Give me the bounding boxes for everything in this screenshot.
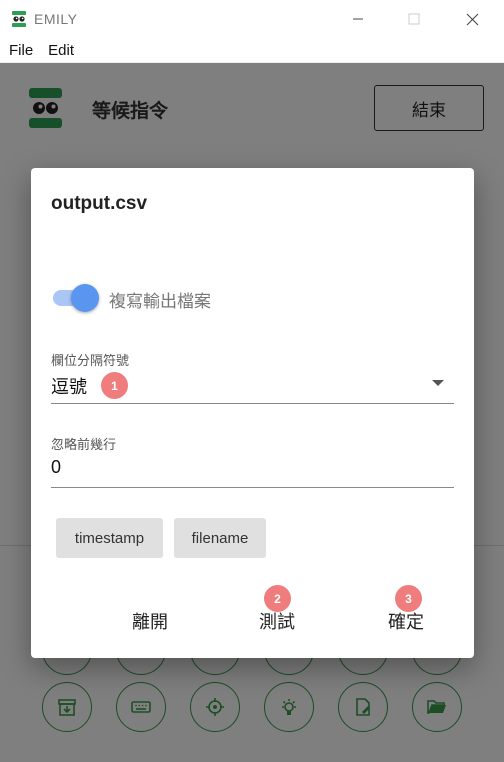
chip-timestamp[interactable]: timestamp xyxy=(56,518,163,558)
overwrite-toggle-thumb[interactable] xyxy=(71,284,99,312)
step-badge-3: 3 xyxy=(395,585,422,612)
window-title: EMILY xyxy=(34,11,78,27)
minimize-button[interactable] xyxy=(330,0,386,38)
app-logo-icon xyxy=(12,11,26,27)
menu-edit[interactable]: Edit xyxy=(48,42,74,59)
step-badge-2: 2 xyxy=(264,585,291,612)
title-bar: EMILY xyxy=(0,0,504,38)
skip-lines-input[interactable]: 0 xyxy=(51,457,61,478)
menu-bar: File Edit xyxy=(0,38,504,63)
minimize-icon xyxy=(353,18,363,20)
csv-output-dialog: output.csv 複寫輸出檔案 欄位分隔符號 逗號 1 忽略前幾行 0 ti… xyxy=(31,168,474,658)
overwrite-toggle-label: 複寫輸出檔案 xyxy=(109,292,211,311)
leave-button[interactable]: 離開 xyxy=(132,608,168,634)
chevron-down-icon[interactable] xyxy=(432,380,444,386)
delimiter-label: 欄位分隔符號 xyxy=(51,353,130,368)
chip-filename[interactable]: filename xyxy=(174,518,266,558)
delimiter-underline xyxy=(51,403,454,404)
step-badge-1: 1 xyxy=(101,372,128,399)
delimiter-select[interactable]: 逗號 xyxy=(51,373,87,399)
maximize-icon xyxy=(408,13,420,25)
menu-file[interactable]: File xyxy=(9,42,33,59)
close-icon xyxy=(466,13,478,25)
skip-lines-label: 忽略前幾行 xyxy=(51,437,117,452)
close-button[interactable] xyxy=(444,0,500,38)
skip-lines-underline xyxy=(51,487,454,488)
dialog-title: output.csv xyxy=(51,193,148,214)
maximize-button[interactable] xyxy=(386,0,442,38)
